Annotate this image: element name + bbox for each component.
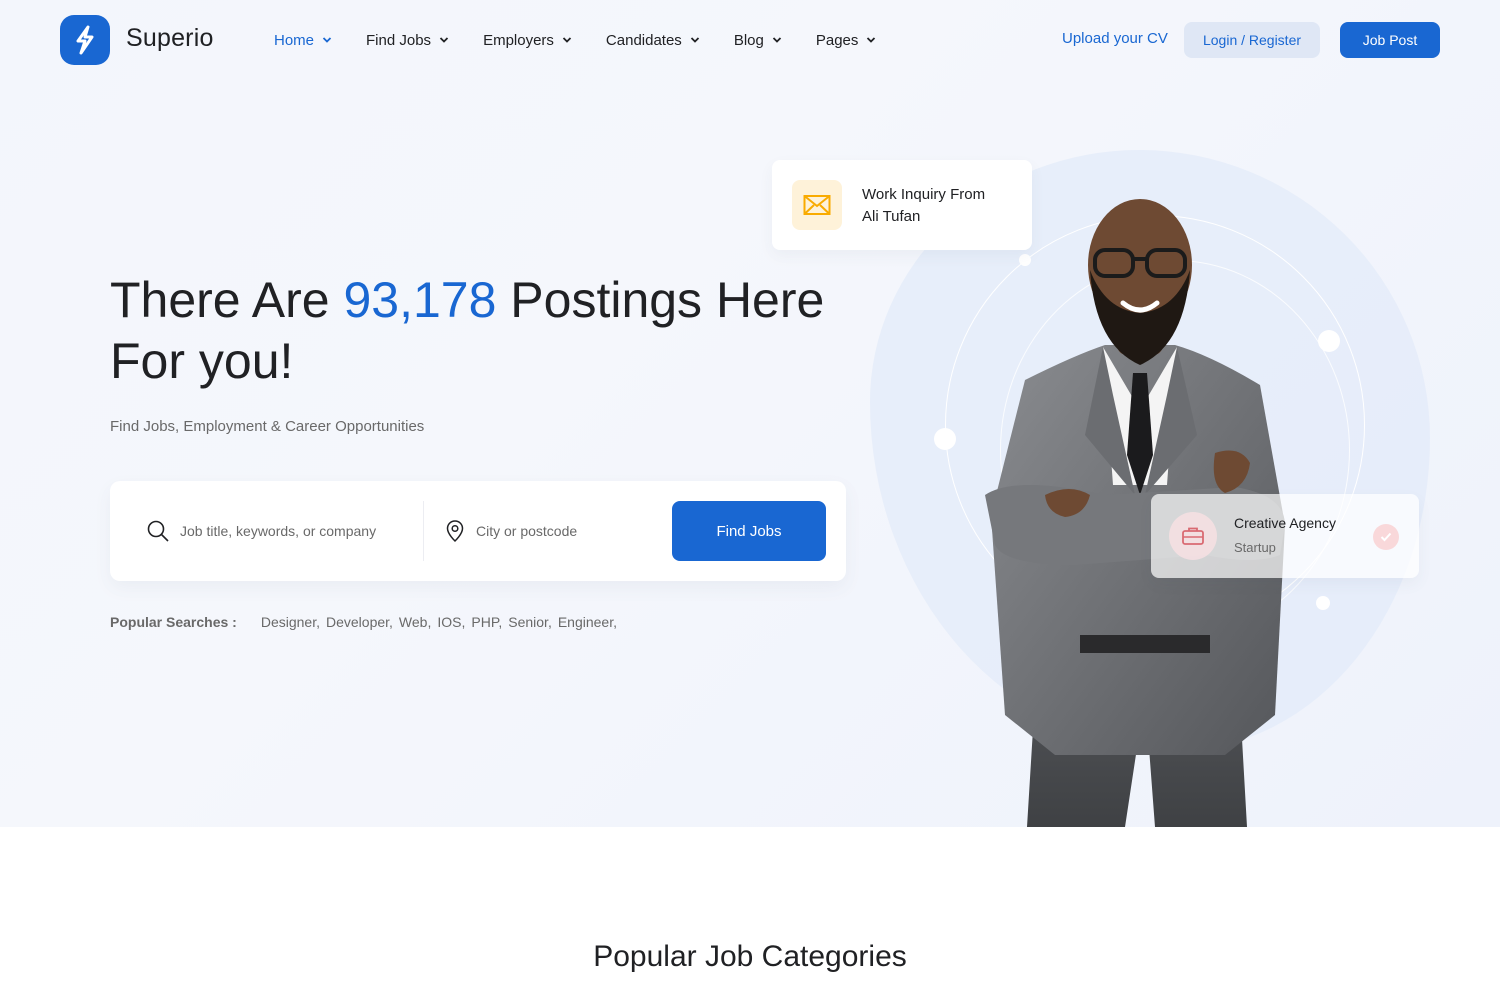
popular-searches-label: Popular Searches : (110, 614, 237, 630)
popular-search-tag[interactable]: Designer, (261, 614, 320, 630)
find-jobs-button[interactable]: Find Jobs (672, 501, 826, 561)
nav-label: Employers (483, 31, 554, 49)
briefcase-icon (1169, 512, 1217, 560)
nav-label: Blog (733, 31, 764, 49)
agency-title: Creative Agency (1234, 515, 1336, 531)
chevron-down-icon (439, 35, 449, 45)
headline-prefix: There Are (110, 272, 344, 328)
popular-search-tag[interactable]: Web, (399, 614, 431, 630)
upload-cv-link[interactable]: Upload your CV (1062, 30, 1168, 47)
job-search-form: Find Jobs (110, 481, 846, 581)
brand-name[interactable]: Superio (126, 24, 214, 53)
nav-find-jobs[interactable]: Find Jobs (366, 30, 449, 50)
site-header: Superio Home Find Jobs Employers Candida… (0, 0, 1500, 80)
popular-search-tag[interactable]: Developer, (326, 614, 393, 630)
nav-pages[interactable]: Pages (816, 30, 877, 50)
orbit-dot (1318, 330, 1340, 352)
popular-searches: Popular Searches : Designer, Developer, … (110, 614, 623, 630)
logo-icon[interactable] (60, 15, 110, 65)
chevron-down-icon (690, 35, 700, 45)
popular-search-tag[interactable]: PHP, (471, 614, 502, 630)
envelope-icon (792, 180, 842, 230)
nav-candidates[interactable]: Candidates (606, 30, 700, 50)
creative-agency-card: Creative Agency Startup (1151, 494, 1419, 578)
chevron-down-icon (772, 35, 782, 45)
nav-label: Home (274, 31, 315, 49)
inquiry-line-1: Work Inquiry From (862, 186, 986, 203)
agency-subtitle: Startup (1234, 540, 1276, 555)
nav-label: Find Jobs (366, 31, 432, 49)
work-inquiry-card: Work Inquiry From Ali Tufan (772, 160, 1032, 250)
popular-search-tag[interactable]: IOS, (437, 614, 465, 630)
inquiry-line-2: Ali Tufan (862, 208, 921, 225)
popular-search-tag[interactable]: Senior, (508, 614, 552, 630)
orbit-dot (934, 428, 956, 450)
inquiry-text: Work Inquiry From Ali Tufan (862, 184, 1022, 228)
nav-employers[interactable]: Employers (483, 30, 572, 50)
map-pin-icon (443, 519, 467, 543)
nav-label: Pages (815, 31, 859, 49)
chevron-down-icon (866, 35, 876, 45)
search-icon (146, 519, 170, 543)
chevron-down-icon (562, 35, 572, 45)
nav-blog[interactable]: Blog (734, 30, 782, 50)
job-post-button[interactable]: Job Post (1340, 22, 1440, 58)
popular-categories-heading: Popular Job Categories (593, 940, 907, 973)
keyword-search-input[interactable] (180, 517, 410, 545)
login-register-button[interactable]: Login / Register (1184, 22, 1320, 58)
nav-home[interactable]: Home (274, 30, 332, 50)
postings-count: 93,178 (343, 272, 497, 328)
hero-section: Superio Home Find Jobs Employers Candida… (0, 0, 1500, 827)
nav-label: Candidates (605, 31, 682, 49)
hero-subheading: Find Jobs, Employment & Career Opportuni… (110, 418, 425, 435)
hero-headline: There Are 93,178 Postings Here For you! (110, 270, 870, 392)
check-icon (1373, 524, 1399, 550)
search-divider (423, 501, 424, 561)
chevron-down-icon (322, 35, 332, 45)
location-search-input[interactable] (476, 517, 656, 545)
main-nav: Home Find Jobs Employers Candidates Blog… (274, 30, 910, 50)
orbit-dot (1316, 596, 1330, 610)
popular-search-tag[interactable]: Engineer, (558, 614, 617, 630)
